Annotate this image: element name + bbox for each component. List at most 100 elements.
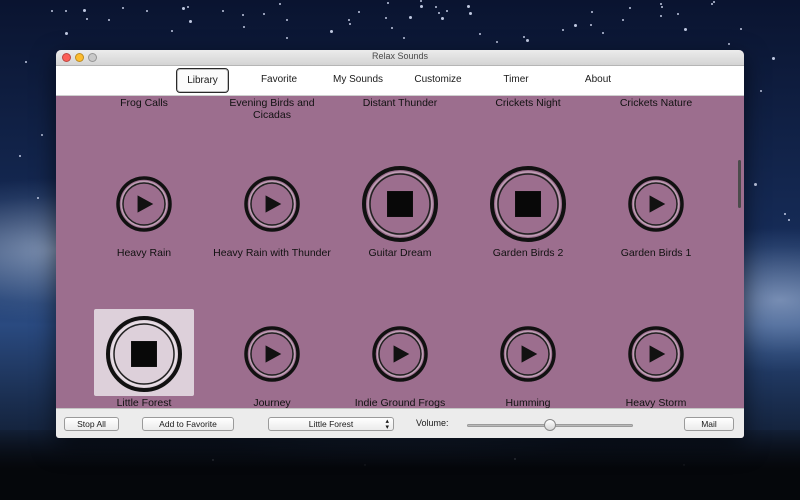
window-title: Relax Sounds bbox=[371, 51, 429, 61]
star bbox=[409, 16, 412, 19]
tab-about[interactable]: About bbox=[576, 68, 620, 91]
star bbox=[788, 219, 790, 221]
add-to-favorite-button[interactable]: Add to Favorite bbox=[142, 417, 234, 431]
vertical-scrollbar[interactable] bbox=[738, 160, 741, 208]
star bbox=[684, 28, 687, 31]
star bbox=[661, 6, 663, 8]
play-button[interactable] bbox=[500, 326, 556, 382]
star bbox=[243, 26, 245, 28]
sound-label: Humming bbox=[505, 397, 551, 408]
star bbox=[496, 41, 498, 43]
sound-label: Frog Calls bbox=[120, 97, 168, 109]
star bbox=[41, 134, 43, 136]
star bbox=[420, 0, 422, 2]
star bbox=[330, 30, 333, 33]
sound-label: Distant Thunder bbox=[362, 97, 438, 109]
star bbox=[51, 10, 53, 12]
star bbox=[740, 28, 742, 30]
star bbox=[562, 29, 564, 31]
sound-select[interactable]: Little Forest ▴ ▾ bbox=[268, 417, 394, 431]
tab-my-sounds[interactable]: My Sounds bbox=[328, 68, 388, 91]
star bbox=[713, 1, 715, 3]
sound-label: Little Forest bbox=[116, 397, 172, 408]
star bbox=[348, 19, 350, 21]
star bbox=[760, 90, 762, 92]
tab-bar: Library Favorite My Sounds Customize Tim… bbox=[56, 66, 744, 96]
stop-button[interactable] bbox=[106, 316, 182, 392]
play-icon bbox=[500, 326, 556, 382]
play-button[interactable] bbox=[628, 176, 684, 232]
play-button[interactable] bbox=[244, 176, 300, 232]
sound-label: Heavy Storm bbox=[625, 397, 687, 408]
play-icon bbox=[628, 326, 684, 382]
stop-all-button[interactable]: Stop All bbox=[64, 417, 119, 431]
star bbox=[391, 27, 393, 29]
sound-label: Indie Ground Frogs bbox=[354, 397, 446, 408]
play-button[interactable] bbox=[628, 326, 684, 382]
star bbox=[146, 10, 148, 12]
star bbox=[629, 7, 631, 9]
tab-timer[interactable]: Timer bbox=[496, 68, 536, 91]
title-bar[interactable]: Relax Sounds bbox=[56, 50, 744, 66]
stop-button[interactable] bbox=[362, 166, 438, 242]
star bbox=[387, 2, 389, 4]
star bbox=[441, 17, 444, 20]
tab-library[interactable]: Library bbox=[176, 68, 229, 93]
sound-label: Journey bbox=[253, 397, 291, 408]
volume-slider-knob[interactable] bbox=[544, 419, 556, 431]
sound-label: Guitar Dream bbox=[368, 247, 432, 259]
stop-icon bbox=[106, 316, 182, 392]
star bbox=[602, 32, 604, 34]
app-window: Relax Sounds Library Favorite My Sounds … bbox=[56, 50, 744, 438]
stop-button[interactable] bbox=[490, 166, 566, 242]
star bbox=[622, 19, 624, 21]
sound-label: Crickets Night bbox=[495, 97, 561, 109]
star bbox=[222, 10, 224, 12]
sound-grid: Frog Calls Evening Birds and Cicadas Dis… bbox=[56, 96, 744, 408]
star bbox=[19, 155, 21, 157]
star bbox=[420, 5, 423, 8]
volume-label: Volume: bbox=[416, 418, 449, 428]
star bbox=[590, 24, 592, 26]
mail-button[interactable]: Mail bbox=[684, 417, 734, 431]
star bbox=[446, 10, 448, 12]
star bbox=[171, 30, 173, 32]
star bbox=[182, 7, 185, 10]
star bbox=[122, 7, 124, 9]
star bbox=[784, 213, 786, 215]
star bbox=[591, 11, 593, 13]
sound-label: Evening Birds and Cicadas bbox=[229, 97, 315, 121]
star bbox=[574, 24, 577, 27]
star bbox=[37, 197, 39, 199]
star bbox=[279, 3, 281, 5]
tab-customize[interactable]: Customize bbox=[408, 68, 468, 91]
star bbox=[242, 14, 244, 16]
star bbox=[286, 19, 288, 21]
sound-label: Heavy Rain bbox=[116, 247, 172, 259]
star bbox=[677, 13, 679, 15]
star bbox=[660, 15, 662, 17]
star bbox=[86, 18, 88, 20]
star bbox=[403, 37, 405, 39]
play-icon bbox=[628, 176, 684, 232]
star bbox=[65, 32, 68, 35]
play-icon bbox=[244, 326, 300, 382]
star bbox=[438, 12, 440, 14]
updown-arrows-icon: ▴ ▾ bbox=[385, 418, 389, 431]
star bbox=[526, 39, 529, 42]
star bbox=[187, 6, 189, 8]
star bbox=[263, 13, 265, 15]
star bbox=[189, 20, 192, 23]
star bbox=[358, 11, 360, 13]
sound-label: Heavy Rain with Thunder bbox=[213, 247, 331, 259]
star bbox=[25, 61, 27, 63]
play-button[interactable] bbox=[372, 326, 428, 382]
star bbox=[435, 6, 437, 8]
play-button[interactable] bbox=[244, 326, 300, 382]
stop-icon bbox=[490, 166, 566, 242]
tab-favorite[interactable]: Favorite bbox=[252, 68, 306, 91]
bottom-bar: Stop All Add to Favorite Little Forest ▴… bbox=[56, 408, 744, 438]
play-button[interactable] bbox=[116, 176, 172, 232]
star bbox=[523, 36, 525, 38]
stop-icon bbox=[362, 166, 438, 242]
